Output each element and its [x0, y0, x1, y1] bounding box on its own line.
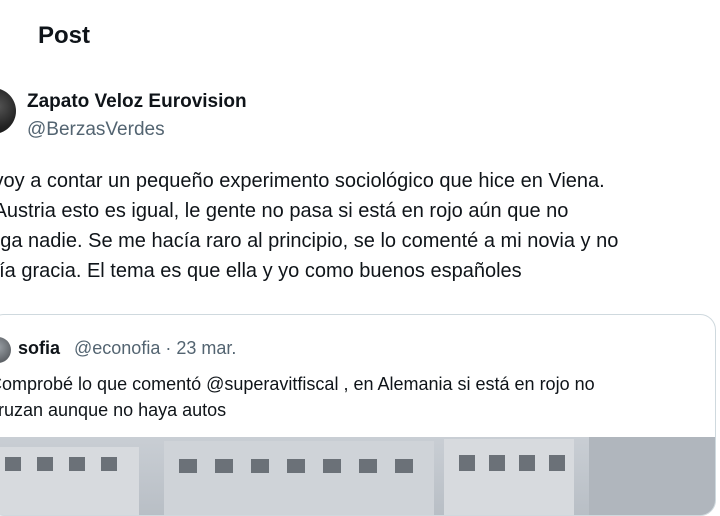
page-title: Post: [38, 22, 91, 49]
quoted-post-image[interactable]: [0, 437, 715, 515]
post-text-line: n Austria esto es igual, le gente no pas…: [0, 200, 569, 222]
post-text-line: s voy a contar un pequeño experimento so…: [0, 170, 605, 192]
quoted-text-line: cruzan aunque no haya autos: [0, 400, 227, 420]
author-handle[interactable]: @BerzasVerdes: [27, 119, 165, 141]
author-display-name[interactable]: Zapato Veloz Eurovision: [27, 91, 247, 113]
author-avatar[interactable]: [0, 88, 16, 134]
post-text-line: enga nadie. Se me hacía raro al principi…: [0, 230, 619, 252]
quoted-author-avatar: [0, 337, 11, 363]
post-text: s voy a contar un pequeño experimento so…: [0, 166, 720, 286]
quoted-post-card[interactable]: sofia @econofia · 23 mar. Comprobé lo qu…: [0, 314, 716, 516]
quoted-post-text: Comprobé lo que comentó @superavitfiscal…: [0, 371, 595, 423]
quoted-text-line: Comprobé lo que comentó @superavitfiscal…: [0, 374, 595, 394]
quoted-author-name: sofia: [18, 338, 61, 358]
post-text-line: acía gracia. El tema es que ella y yo co…: [0, 260, 522, 282]
quoted-author-meta: @econofia · 23 mar.: [74, 338, 237, 358]
